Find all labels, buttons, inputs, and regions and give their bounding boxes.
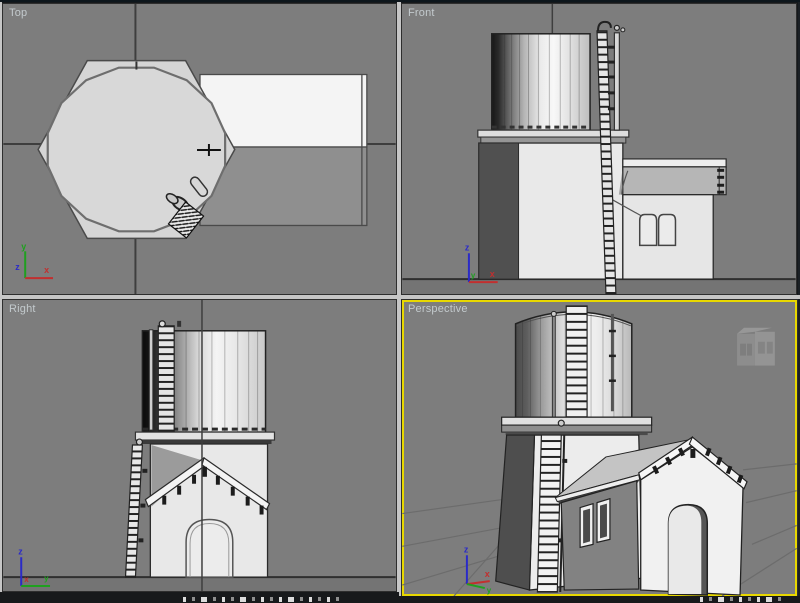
bottom-strip-ticks-right	[700, 597, 781, 602]
viewport-front[interactable]: Front	[401, 3, 797, 295]
tank-platform[interactable]	[135, 432, 274, 444]
axis-x-label: x	[490, 269, 495, 279]
viewport-right-label[interactable]: Right	[9, 303, 36, 315]
axis-x-label: x	[24, 575, 29, 584]
viewport-top-canvas[interactable]: y x z	[3, 4, 396, 294]
axis-z-label: z	[18, 546, 23, 556]
viewport-top[interactable]: Top	[2, 3, 397, 295]
viewport-perspective[interactable]: Perspective	[401, 299, 798, 597]
axis-y-label: y	[21, 241, 26, 251]
access-ladder[interactable]	[126, 439, 148, 577]
tank-platform[interactable]	[502, 417, 652, 435]
arched-door	[669, 505, 708, 595]
axis-y-label: y	[487, 586, 492, 595]
axis-z-label: z	[15, 262, 20, 272]
axis-x-label: x	[44, 265, 49, 275]
axis-tripod: y x z	[15, 241, 53, 278]
ground-lower	[3, 577, 395, 591]
viewport-front-label[interactable]: Front	[408, 7, 435, 19]
axis-y-label: y	[471, 271, 476, 280]
axis-z-label: z	[464, 544, 469, 554]
ghost-building[interactable]	[737, 328, 775, 366]
bottom-strip-ticks-left	[183, 597, 339, 602]
arched-door[interactable]	[186, 519, 233, 577]
pump-house[interactable]	[607, 159, 726, 279]
axis-z-label: z	[465, 242, 470, 252]
viewport-perspective-canvas[interactable]: z x y	[402, 300, 797, 596]
water-tank[interactable]	[492, 34, 590, 130]
viewport-perspective-label[interactable]: Perspective	[408, 303, 468, 315]
viewport-front-canvas[interactable]: z x y	[402, 4, 796, 294]
bottom-strip	[0, 596, 800, 603]
viewport-right[interactable]: Right	[2, 299, 397, 592]
axis-y-label: y	[44, 574, 49, 583]
ground-lower	[402, 279, 795, 294]
viewport-right-canvas[interactable]: z y x	[3, 300, 396, 591]
axis-x-label: x	[485, 569, 490, 579]
standpipe[interactable]	[608, 25, 625, 130]
viewport-top-label[interactable]: Top	[9, 7, 27, 19]
